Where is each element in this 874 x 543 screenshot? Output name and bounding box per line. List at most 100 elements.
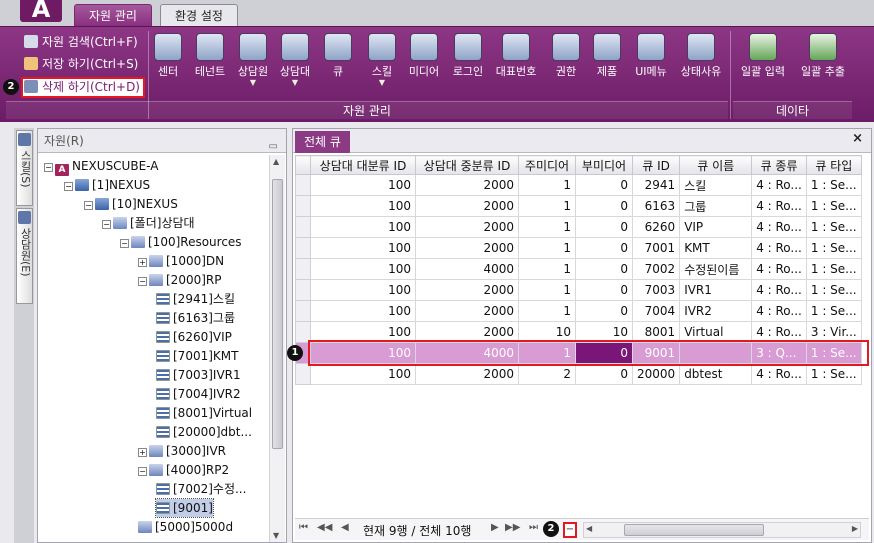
table-cell[interactable]: 6260	[631, 216, 681, 238]
table-cell[interactable]: 4 : Ro...	[751, 321, 807, 343]
tree-node[interactable]: − [100]Resources	[120, 233, 242, 251]
row-header-cell[interactable]	[295, 216, 311, 238]
column-header[interactable]: 부미디어	[575, 155, 633, 175]
scroll-up-icon[interactable]: ▲	[273, 157, 279, 166]
tab-environment-settings[interactable]: 환경 설정	[160, 4, 238, 26]
table-cell[interactable]: 100	[310, 300, 416, 322]
table-cell[interactable]: 7002	[631, 258, 681, 280]
collapse-icon[interactable]: −	[44, 163, 53, 172]
table-cell[interactable]: 6163	[631, 195, 681, 217]
scroll-right-icon[interactable]: ▶	[852, 524, 858, 533]
table-cell[interactable]: 4 : Ro...	[751, 363, 807, 385]
tree-node[interactable]: [6260]VIP	[156, 328, 232, 346]
table-cell[interactable]: 4 : Ro...	[751, 258, 807, 280]
table-cell[interactable]: 4 : Ro...	[751, 300, 807, 322]
table-cell[interactable]: 1 : Se...	[805, 216, 862, 238]
table-row[interactable]: 100 4000 1 0 9001 3 : Q... 1 : Se...	[295, 342, 862, 364]
media-button[interactable]: 미디어	[402, 33, 446, 79]
login-button[interactable]: 로그인	[446, 33, 490, 79]
table-row[interactable]: 100 2000 1 0 6260 VIP 4 : Ro... 1 : Se...	[295, 216, 862, 238]
grid-horizontal-scrollbar[interactable]: ◀ ▶	[583, 522, 861, 538]
table-row[interactable]: 100 2000 1 0 6163 그룹 4 : Ro... 1 : Se...	[295, 195, 862, 217]
next-record-icon[interactable]: ▶	[491, 522, 499, 533]
table-cell[interactable]: 9001	[631, 342, 681, 364]
column-header[interactable]: 큐 타입	[805, 155, 862, 175]
table-cell[interactable]: 0	[575, 258, 633, 280]
row-header-cell[interactable]	[295, 300, 311, 322]
collapse-icon[interactable]: −	[138, 277, 147, 286]
side-tab-agent[interactable]: 상담원(E)	[16, 208, 33, 304]
tree-node[interactable]: [6163]그룹	[156, 309, 235, 327]
table-row[interactable]: 100 2000 2 0 20000 dbtest 4 : Ro... 1 : Se...	[295, 363, 862, 385]
scrollbar-thumb[interactable]	[272, 179, 283, 449]
tree-node[interactable]: + [1000]DN	[138, 252, 224, 270]
column-header[interactable]: 큐 종류	[751, 155, 807, 175]
bulk-export-button[interactable]: 일괄 추출	[794, 33, 852, 79]
row-header-cell[interactable]	[295, 279, 311, 301]
agent-desk-button[interactable]: 상담대 ▼	[273, 33, 317, 87]
table-cell[interactable]: 1	[518, 258, 576, 280]
table-cell[interactable]: 1 : Se...	[805, 300, 862, 322]
table-cell[interactable]: 4000	[415, 342, 519, 364]
table-cell[interactable]: 수정된이름	[679, 258, 753, 280]
table-row[interactable]: 100 2000 1 0 7001 KMT 4 : Ro... 1 : Se...	[295, 237, 862, 259]
skill-button[interactable]: 스킬 ▼	[360, 33, 404, 87]
table-cell[interactable]: 1	[518, 342, 576, 364]
table-cell[interactable]: 1 : Se...	[805, 363, 862, 385]
tree-node[interactable]: [7004]IVR2	[156, 385, 241, 403]
column-header[interactable]: 상담대 중분류 ID	[415, 155, 519, 175]
table-cell[interactable]: IVR2	[679, 300, 753, 322]
scroll-left-icon[interactable]: ◀	[586, 524, 592, 533]
row-header-cell[interactable]	[295, 363, 311, 385]
tree-node[interactable]: [5000]5000d	[138, 518, 233, 536]
table-cell[interactable]: 10	[575, 321, 633, 343]
tree-node[interactable]: − [10]NEXUS	[84, 195, 178, 213]
ui-menu-button[interactable]: UI메뉴	[629, 33, 673, 79]
previous-record-icon[interactable]: ◀	[341, 522, 349, 533]
agent-button[interactable]: 상담원 ▼	[231, 33, 275, 87]
tree-node[interactable]: [7003]IVR1	[156, 366, 241, 384]
table-cell[interactable]: 7004	[631, 300, 681, 322]
center-button[interactable]: 센터	[146, 33, 190, 79]
product-button[interactable]: 제품	[585, 33, 629, 79]
side-tab-skill[interactable]: 스킬(S)	[16, 130, 33, 206]
tree-node[interactable]: [7001]KMT	[156, 347, 238, 365]
column-header[interactable]: 상담대 대분류 ID	[310, 155, 416, 175]
table-cell[interactable]: 2	[518, 363, 576, 385]
collapse-icon[interactable]: −	[84, 201, 93, 210]
table-cell[interactable]: 0	[575, 300, 633, 322]
table-cell[interactable]: KMT	[679, 237, 753, 259]
expand-icon[interactable]: +	[138, 258, 147, 267]
table-cell[interactable]: 100	[310, 342, 416, 364]
delete-record-button[interactable]: −	[563, 522, 577, 538]
tree-node[interactable]: + [3000]IVR	[138, 442, 226, 460]
queue-button[interactable]: 큐	[316, 33, 360, 79]
table-cell[interactable]: 100	[310, 237, 416, 259]
table-cell[interactable]: 0	[575, 342, 633, 364]
table-cell[interactable]: 1 : Se...	[805, 279, 862, 301]
table-cell[interactable]: 1	[518, 216, 576, 238]
table-cell[interactable]: 1	[518, 174, 576, 196]
row-header-cell[interactable]	[295, 174, 311, 196]
delete-command[interactable]: 삭제 하기(Ctrl+D)	[24, 78, 140, 96]
tree-node[interactable]: [2941]스킬	[156, 290, 235, 308]
next-page-icon[interactable]: ▶▶	[505, 522, 520, 533]
table-cell[interactable]: 2000	[415, 216, 519, 238]
table-cell[interactable]: 1	[518, 279, 576, 301]
permission-button[interactable]: 권한	[544, 33, 588, 79]
tab-all-queues[interactable]: 전체 큐	[295, 131, 350, 153]
table-cell[interactable]: 1	[518, 237, 576, 259]
collapse-icon[interactable]: −	[138, 467, 147, 476]
table-cell[interactable]: 2000	[415, 363, 519, 385]
table-cell[interactable]: 2000	[415, 195, 519, 217]
bulk-import-button[interactable]: 일괄 입력	[734, 33, 792, 79]
table-cell[interactable]: 0	[575, 237, 633, 259]
table-cell[interactable]: 100	[310, 279, 416, 301]
tree-node[interactable]: [8001]Virtual	[156, 404, 252, 422]
scrollbar-thumb[interactable]	[624, 524, 764, 536]
table-cell[interactable]: 2000	[415, 174, 519, 196]
table-cell[interactable]: 100	[310, 216, 416, 238]
tree-node[interactable]: − [2000]RP	[138, 271, 221, 289]
row-header-cell[interactable]	[295, 237, 311, 259]
table-cell[interactable]: 3 : Q...	[751, 342, 807, 364]
